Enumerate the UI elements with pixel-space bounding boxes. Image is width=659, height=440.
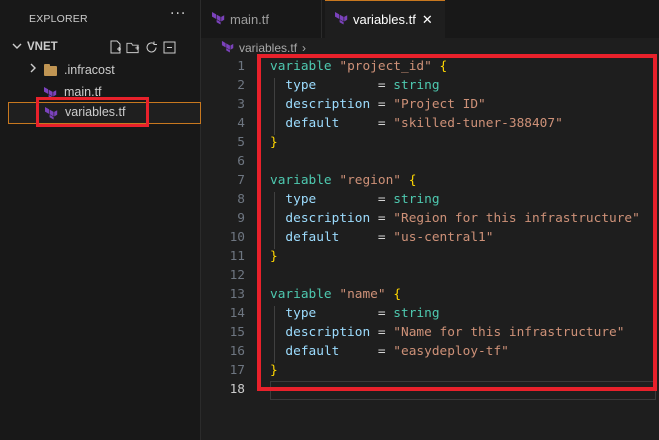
line-number: 8 — [237, 192, 245, 207]
line-number: 4 — [237, 116, 245, 131]
explorer-toolbar — [108, 39, 176, 55]
line-number: 5 — [237, 135, 245, 150]
more-actions-icon[interactable]: ··· — [170, 6, 186, 22]
line-number: 3 — [237, 97, 245, 112]
tab-variables-tf[interactable]: variables.tf ✕ — [325, 0, 445, 38]
line-number: 11 — [229, 249, 245, 264]
terraform-icon — [211, 11, 225, 28]
new-file-icon[interactable] — [108, 39, 122, 55]
tree-item-label: .infracost — [64, 63, 115, 77]
line-number: 16 — [229, 344, 245, 359]
explorer-title: EXPLORER — [29, 13, 88, 25]
collapse-all-icon[interactable] — [162, 39, 176, 55]
refresh-icon[interactable] — [144, 39, 158, 55]
line-number: 2 — [237, 78, 245, 93]
line-number: 9 — [237, 211, 245, 226]
terraform-icon — [221, 40, 234, 56]
close-icon[interactable]: ✕ — [422, 12, 433, 28]
line-number: 18 — [229, 382, 245, 397]
explorer-sidebar: EXPLORER ··· VNET .infracost main.tf var… — [0, 0, 201, 440]
chevron-right-icon — [28, 63, 38, 76]
folder-root-label: VNET — [27, 41, 58, 53]
tree-item-infracost[interactable]: .infracost — [0, 60, 200, 82]
folder-root[interactable]: VNET — [0, 38, 200, 60]
line-number: 1 — [237, 59, 245, 74]
line-number: 7 — [237, 173, 245, 188]
tab-label: variables.tf — [353, 12, 416, 27]
breadcrumb-separator: › — [302, 41, 307, 55]
line-number: 15 — [229, 325, 245, 340]
folder-icon — [44, 64, 57, 76]
new-folder-icon[interactable] — [126, 39, 140, 55]
line-number: 12 — [229, 268, 245, 283]
highlight-box-explorer — [36, 97, 149, 127]
chevron-down-icon — [12, 41, 22, 54]
line-number: 10 — [229, 230, 245, 245]
line-number: 6 — [237, 154, 245, 169]
line-number: 17 — [229, 363, 245, 378]
line-number: 13 — [229, 287, 245, 302]
breadcrumb-file[interactable]: variables.tf — [239, 41, 297, 55]
terraform-icon — [334, 11, 348, 28]
highlight-box-code — [257, 54, 657, 391]
tab-main-tf[interactable]: main.tf — [201, 0, 322, 38]
tab-label: main.tf — [230, 11, 270, 27]
editor-tabs: main.tf variables.tf ✕ — [201, 0, 659, 38]
line-number: 14 — [229, 306, 245, 321]
